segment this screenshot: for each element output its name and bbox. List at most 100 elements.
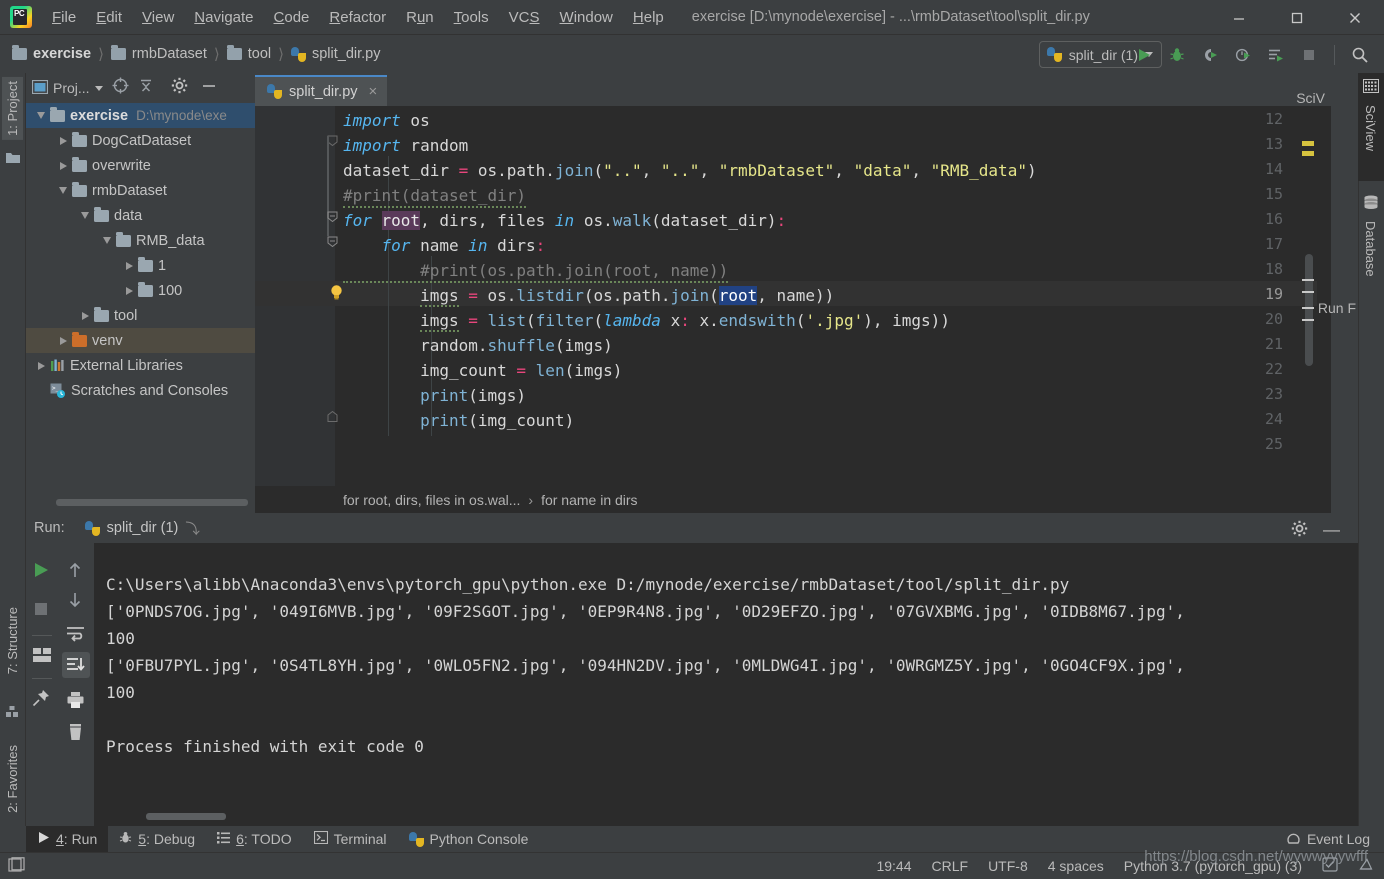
maximize-icon[interactable] bbox=[1268, 0, 1326, 35]
menu-item-code[interactable]: Code bbox=[264, 6, 320, 29]
stop-icon[interactable] bbox=[1299, 45, 1319, 65]
print-icon[interactable] bbox=[66, 691, 86, 711]
tree-item-venv[interactable]: venv bbox=[26, 328, 255, 353]
close-icon[interactable] bbox=[1326, 0, 1384, 35]
pin-icon[interactable] bbox=[32, 689, 52, 709]
tree-item-dogcatdataset[interactable]: DogCatDataset bbox=[26, 128, 255, 153]
tree-item-100[interactable]: 100 bbox=[26, 278, 255, 303]
menu-item-window[interactable]: Window bbox=[550, 6, 623, 29]
tree-item-rmb-data[interactable]: RMB_data bbox=[26, 228, 255, 253]
expand-triangle-icon[interactable] bbox=[54, 187, 72, 194]
profile-icon[interactable] bbox=[1233, 45, 1253, 65]
menu-item-tools[interactable]: Tools bbox=[444, 6, 499, 29]
caret-position[interactable]: 19:44 bbox=[876, 858, 911, 874]
sidebar-tab-sciview[interactable]: SciView bbox=[1360, 101, 1381, 155]
clear-all-icon[interactable] bbox=[66, 723, 86, 743]
breadcrumb-rmbdataset[interactable]: rmbDataset bbox=[110, 45, 207, 62]
git-branch-icon[interactable] bbox=[1322, 857, 1338, 875]
code-line-14[interactable]: dataset_dir = os.path.join("..", "..", "… bbox=[343, 158, 1037, 183]
menu-item-view[interactable]: View bbox=[132, 6, 184, 29]
settings-gear-icon[interactable] bbox=[171, 77, 188, 99]
bottom-tab-python-console[interactable]: Python Console bbox=[398, 826, 540, 852]
editor-breadcrumb-inner[interactable]: for name in dirs bbox=[541, 492, 637, 508]
hide-panel-icon[interactable]: — bbox=[1323, 520, 1340, 540]
menu-item-vcs[interactable]: VCS bbox=[499, 6, 550, 29]
tree-item-tool[interactable]: tool bbox=[26, 303, 255, 328]
hide-panel-icon[interactable] bbox=[201, 78, 217, 99]
stop-icon[interactable] bbox=[32, 600, 52, 620]
settings-gear-icon[interactable] bbox=[1291, 520, 1308, 537]
run-with-console-icon[interactable] bbox=[1266, 45, 1286, 65]
search-everywhere-icon[interactable] bbox=[1350, 45, 1370, 65]
warning-marker[interactable] bbox=[1302, 141, 1314, 146]
expand-triangle-icon[interactable] bbox=[54, 136, 72, 145]
scrollbar-thumb[interactable] bbox=[1305, 254, 1313, 366]
up-icon[interactable] bbox=[66, 561, 86, 581]
soft-wrap-icon[interactable] bbox=[66, 625, 86, 645]
run-tab-split-dir[interactable]: split_dir (1) ⤵ bbox=[77, 515, 208, 547]
collapse-all-icon[interactable] bbox=[138, 78, 154, 99]
tree-item-data[interactable]: data bbox=[26, 203, 255, 228]
intention-bulb-icon[interactable] bbox=[329, 284, 343, 300]
code-line-16[interactable]: for root, dirs, files in os.walk(dataset… bbox=[343, 208, 786, 233]
menu-item-run[interactable]: Run bbox=[396, 6, 444, 29]
python-interpreter[interactable]: Python 3.7 (pytorch_gpu) (3) bbox=[1124, 858, 1302, 874]
run-tab-pin-icon[interactable]: ⤵ bbox=[185, 518, 200, 539]
sidebar-tab-structure[interactable]: 7: Structure bbox=[2, 603, 23, 678]
expand-triangle-icon[interactable] bbox=[54, 161, 72, 170]
code-line-22[interactable]: img_count = len(imgs) bbox=[343, 358, 622, 383]
bottom-tab-todo[interactable]: 6: TODO bbox=[206, 826, 303, 852]
project-horizontal-scrollbar[interactable] bbox=[56, 499, 251, 506]
bottom-tab-debug[interactable]: 5: Debug bbox=[108, 826, 206, 852]
sidebar-tab-project[interactable]: 1: Project bbox=[2, 77, 23, 140]
sidebar-tab-database[interactable]: Database bbox=[1360, 217, 1381, 281]
expand-triangle-icon[interactable] bbox=[98, 237, 116, 244]
menu-item-refactor[interactable]: Refactor bbox=[319, 6, 396, 29]
code-line-19[interactable]: imgs = os.listdir(os.path.join(root, nam… bbox=[343, 283, 834, 308]
breadcrumb-tool[interactable]: tool bbox=[226, 45, 271, 62]
line-separator[interactable]: CRLF bbox=[932, 858, 969, 874]
editor-breadcrumb-outer[interactable]: for root, dirs, files in os.wal... bbox=[343, 492, 520, 508]
project-panel-title[interactable]: Proj... bbox=[31, 79, 103, 97]
code-line-20[interactable]: imgs = list(filter(lambda x: x.endswith(… bbox=[343, 308, 950, 333]
expand-triangle-icon[interactable] bbox=[32, 112, 50, 119]
locate-icon[interactable] bbox=[112, 77, 129, 99]
code-editor[interactable]: 12 13 14 15 16 17 18 19 20 21 22 23 24 2… bbox=[255, 106, 1331, 486]
code-line-18[interactable]: #print(os.path.join(root, name)) bbox=[343, 258, 729, 283]
breadcrumb-split-dir-py[interactable]: split_dir.py bbox=[290, 46, 381, 62]
expand-triangle-icon[interactable] bbox=[120, 286, 138, 295]
menu-item-file[interactable]: File bbox=[42, 6, 86, 29]
debug-icon[interactable] bbox=[1167, 45, 1187, 65]
tree-item-external-libraries[interactable]: External Libraries bbox=[26, 353, 255, 378]
expand-triangle-icon[interactable] bbox=[76, 311, 94, 320]
expand-triangle-icon[interactable] bbox=[54, 336, 72, 345]
indent-setting[interactable]: 4 spaces bbox=[1048, 858, 1104, 874]
tree-item-1[interactable]: 1 bbox=[26, 253, 255, 278]
expand-triangle-icon[interactable] bbox=[120, 261, 138, 270]
sidebar-tab-favorites[interactable]: 2: Favorites bbox=[2, 741, 23, 817]
scroll-to-end-icon[interactable] bbox=[66, 656, 86, 676]
fold-marker-icon[interactable] bbox=[327, 211, 338, 225]
tree-item-exercise[interactable]: exercise D:\mynode\exe bbox=[26, 103, 255, 128]
editor-tab-split-dir-py[interactable]: split_dir.py × bbox=[255, 75, 388, 106]
run-icon[interactable] bbox=[1134, 45, 1154, 65]
run-console-output[interactable]: C:\Users\alibb\Anaconda3\envs\pytorch_gp… bbox=[94, 543, 1358, 826]
code-line-13[interactable]: import random bbox=[343, 133, 468, 158]
tree-item-overwrite[interactable]: overwrite bbox=[26, 153, 255, 178]
console-horizontal-scrollbar[interactable] bbox=[146, 813, 1346, 820]
tree-item-scratches-and-consoles[interactable]: >_ Scratches and Consoles bbox=[26, 378, 255, 403]
run-coverage-icon[interactable] bbox=[1200, 45, 1220, 65]
expand-triangle-icon[interactable] bbox=[76, 212, 94, 219]
fold-marker-icon[interactable] bbox=[327, 236, 338, 250]
code-line-12[interactable]: import os bbox=[343, 108, 430, 133]
code-line-21[interactable]: random.shuffle(imgs) bbox=[343, 333, 613, 358]
editor-vertical-scrollbar[interactable] bbox=[1302, 139, 1315, 486]
project-tree[interactable]: exercise D:\mynode\exe DogCatDataset ove… bbox=[26, 103, 255, 503]
bottom-tab-terminal[interactable]: Terminal bbox=[303, 826, 398, 852]
menu-item-edit[interactable]: Edit bbox=[86, 6, 132, 29]
minimize-icon[interactable] bbox=[1210, 0, 1268, 35]
down-icon[interactable] bbox=[66, 591, 86, 611]
layout-icon[interactable] bbox=[32, 646, 52, 666]
warning-marker[interactable] bbox=[1302, 151, 1314, 156]
inspection-level-icon[interactable] bbox=[1358, 857, 1374, 875]
